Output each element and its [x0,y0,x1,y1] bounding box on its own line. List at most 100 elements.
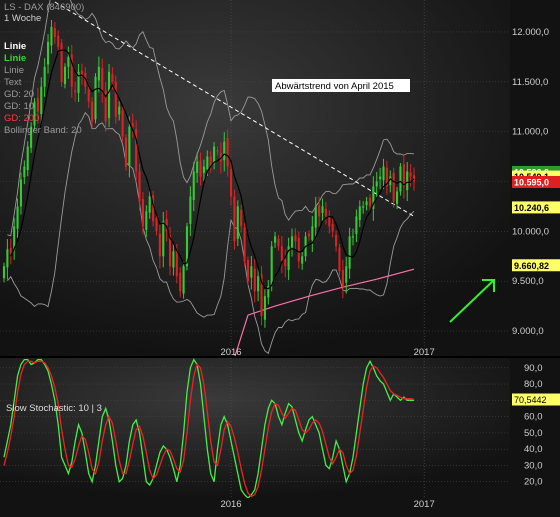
chart-stage: 9.000,09.500,010.000,010.500,011.000,011… [0,0,560,512]
candle-body [114,81,117,117]
candle-body [138,171,141,202]
candle-body [382,166,385,181]
candle-body [107,71,111,119]
candle-body [368,197,372,207]
candle-body [94,76,97,120]
candle-body [229,168,233,197]
x-tick-label: 2017 [414,347,435,358]
y-tick-label: 9.500,0 [512,276,544,287]
candle-body [118,106,121,115]
candle-body [223,141,226,161]
candle-body [206,156,209,169]
candle-body [314,206,317,228]
candle-body [396,191,399,204]
candle-body [53,28,56,37]
candle-body [274,236,277,243]
candle-body [280,246,283,262]
stoch-y-tick-label: 40,0 [524,444,543,455]
candle-body [402,164,405,187]
chart-period: 1 Woche [4,13,41,24]
legend-entry: GD: 20 [4,89,34,100]
price-tag-value: 10.240,6 [514,203,549,213]
legend-entry: Linie [4,65,24,76]
candle-body [182,266,185,294]
candle-body [2,266,6,279]
candle-body [328,216,331,227]
candle-body [250,266,253,278]
legend-entry: Text [4,77,22,88]
candle-body [226,138,229,167]
candle-body [199,160,202,177]
candle-body [216,150,219,152]
stoch-y-tick-label: 30,0 [524,460,543,471]
candle-body [301,256,304,264]
candle-body [257,276,260,292]
candle-body [189,196,192,224]
candle-body [297,237,300,262]
candle-body [6,249,9,268]
y-tick-label: 10.000,0 [512,226,549,237]
candle-body [91,101,94,122]
candle-body [162,221,165,257]
candle-body [36,98,39,112]
candle-body [145,211,148,230]
y-tick-label: 11.500,0 [512,77,548,88]
candle-body [101,68,104,92]
x-tick-label: 2016 [220,347,241,358]
candle-body [128,126,131,166]
candle-body [409,172,412,177]
candle-body [148,196,151,213]
candle-body [46,41,50,65]
candle-body [338,247,341,272]
stoch-y-tick-label: 20,0 [524,477,543,488]
candle-body [67,56,70,67]
candle-body [111,74,114,82]
legend-entry: Bollinger Band: 20 [4,125,82,136]
candle-body [196,161,199,173]
candle-body [135,129,138,172]
candle-body [26,146,29,171]
candle-body [392,172,395,202]
candle-body [406,171,409,191]
stoch-x-tick-label: 2016 [220,499,241,510]
candle-body [97,66,100,81]
candle-body [236,206,239,239]
stoch-y-tick-label: 90,0 [524,363,543,374]
candle-body [121,110,124,137]
chart-canvas: 9.000,09.500,010.000,010.500,011.000,011… [0,0,560,512]
candle-body [74,90,77,92]
candle-body [335,234,338,247]
price-tag-value: 9.660,82 [514,261,549,271]
trend-annotation: Abwärtstrend von April 2015 [272,79,410,92]
legend-entry: GD: 10 [4,101,34,112]
candle-body [175,250,178,277]
stoch-y-tick-label: 80,0 [524,379,543,390]
candle-body [321,206,324,213]
candle-body [40,86,43,115]
candle-body [355,216,358,234]
stochastic-value-tag: 70,5442 [512,393,560,406]
candle-body [311,226,314,240]
stoch-x-tick-label: 2017 [414,499,435,510]
candle-body [399,166,402,192]
candle-body [124,137,128,167]
y-tick-label: 9.000,0 [512,326,544,337]
candle-body [246,260,250,282]
stochastic-panel [0,358,510,498]
main-panel [0,0,510,356]
candle-body [57,35,60,47]
stochastic-label: Slow Stochastic: 10 | 3 [6,403,102,414]
chart-title: LS - DAX (846900) [4,2,84,13]
candle-body [43,66,46,87]
candle-body [284,258,287,267]
candle-body [16,206,19,229]
candle-body [290,236,294,248]
candle-body [351,236,355,238]
candle-body [50,26,53,46]
legend-entry: Linie [4,53,26,64]
candle-body [379,176,382,180]
candle-body [277,238,280,247]
candle-body [362,206,365,208]
candle-body [141,199,144,227]
candle-body [233,196,236,242]
